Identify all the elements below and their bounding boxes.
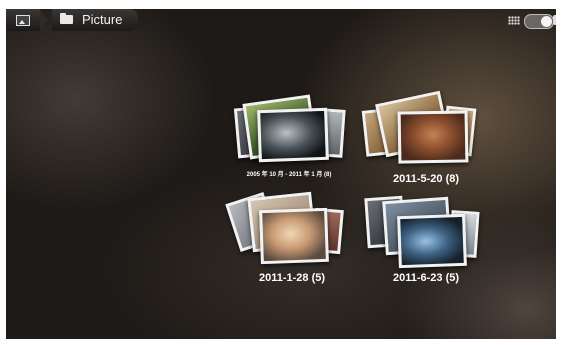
folder-icon: [60, 13, 73, 24]
album-photo: [397, 110, 469, 164]
album-label-2: 2011-5-20 (8): [392, 173, 460, 185]
album-label-3: 2011-1-28 (5): [258, 272, 326, 284]
top-bar: Picture: [6, 9, 556, 35]
image-icon: [16, 15, 30, 26]
album-stack-2[interactable]: [361, 90, 482, 181]
toggle-knob[interactable]: [541, 16, 552, 27]
breadcrumb-separator: [40, 9, 48, 31]
album-label-4: 2011-6-23 (5): [392, 272, 460, 284]
album-photo: [259, 207, 329, 265]
breadcrumb-label: Picture: [82, 12, 123, 27]
album-label-1: 2005 年 10 月 - 2011 年 1 月 (8): [246, 172, 332, 178]
breadcrumb-home[interactable]: [6, 9, 40, 31]
album-stack-4[interactable]: [362, 193, 482, 283]
album-photo: [397, 213, 467, 269]
album-photo: [257, 107, 329, 163]
gallery-screen: Picture 2005 年 10 月 - 2011 年 1 月 (8) 201…: [6, 9, 556, 339]
grid-view-icon[interactable]: [508, 16, 520, 25]
breadcrumb-folder[interactable]: Picture: [52, 9, 138, 31]
camera-icon[interactable]: [553, 15, 556, 25]
camera-gallery-toggle[interactable]: [524, 14, 554, 29]
album-stack-3[interactable]: [225, 191, 348, 281]
